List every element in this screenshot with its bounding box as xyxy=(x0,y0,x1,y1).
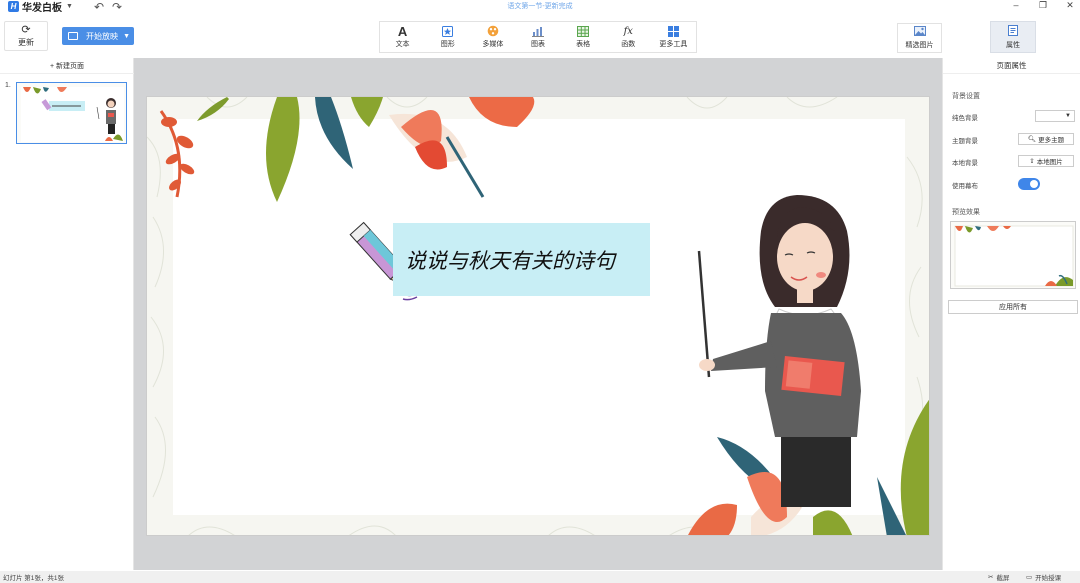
slide[interactable]: 说说与秋天有关的诗句 xyxy=(146,96,930,536)
screen-icon xyxy=(68,32,78,40)
chevron-down-icon[interactable]: ▼ xyxy=(123,33,130,40)
preview-label: 预览效果 xyxy=(952,209,980,216)
properties-button[interactable]: 属性 xyxy=(990,21,1036,53)
properties-icon xyxy=(1008,24,1018,38)
start-show-label: 开始放映 xyxy=(86,31,118,41)
upload-icon: ⇪ xyxy=(1029,158,1035,165)
refresh-label: 更新 xyxy=(18,37,34,47)
apply-all-button[interactable]: 应用所有 xyxy=(948,300,1078,314)
image-icon xyxy=(913,26,926,38)
panel-title: 页面属性 xyxy=(943,58,1080,74)
use-curtain-label: 使用幕布 xyxy=(952,182,978,190)
slide-title: 说说与秋天有关的诗句 xyxy=(405,248,615,273)
scissors-icon: ✂ xyxy=(988,574,994,581)
screenshot-label: 截屏 xyxy=(996,575,1010,582)
local-image-label: 本地图片 xyxy=(1036,159,1063,166)
table-icon xyxy=(577,25,590,37)
tool-text[interactable]: A 文本 xyxy=(380,22,425,52)
local-image-button[interactable]: ⇪ 本地图片 xyxy=(1018,155,1074,167)
refresh-icon: ⟳ xyxy=(21,23,31,36)
tool-label: 多媒体 xyxy=(482,41,504,48)
more-tools-icon xyxy=(667,25,679,37)
screenshot-button[interactable]: ✂ 截屏 xyxy=(988,572,1009,582)
media-icon xyxy=(487,25,499,37)
new-page-button[interactable]: + 新建页面 xyxy=(0,58,134,74)
tool-shape[interactable]: 图形 xyxy=(425,22,470,52)
slide-thumbnail-image xyxy=(21,87,124,142)
tool-label: 表格 xyxy=(576,41,591,48)
minimize-icon[interactable]: – xyxy=(1006,0,1026,10)
bg-settings-heading: 背景设置 xyxy=(952,93,980,100)
featured-images-label: 精选图片 xyxy=(905,42,934,49)
preview-image xyxy=(954,225,1074,287)
tool-function[interactable]: fx 函数 xyxy=(606,22,651,52)
insert-tools: A 文本 图形 多媒体 图表 表格 fx 函数 更多工具 xyxy=(379,21,697,53)
tool-label: 更多工具 xyxy=(659,41,688,48)
close-icon[interactable]: ✕ xyxy=(1060,0,1080,11)
background-preview xyxy=(950,221,1076,289)
slide-number: 1. xyxy=(5,82,11,89)
start-teaching-button[interactable]: ▭ 开始授课 xyxy=(1026,572,1061,582)
solid-color-select[interactable]: ▼ xyxy=(1035,110,1075,122)
chevron-down-icon: ▼ xyxy=(1065,113,1071,119)
properties-label: 属性 xyxy=(1006,41,1020,49)
status-bar: 幻灯片 第1张，共1张 ✂ 截屏 ▭ 开始授课 xyxy=(0,571,1080,583)
slide-title-box[interactable]: 说说与秋天有关的诗句 xyxy=(393,223,650,296)
text-icon: A xyxy=(397,23,408,39)
toolbar: ⟳ 更新 开始放映 ▼ A 文本 图形 多媒体 图表 表格 fx 函数 更多工具… xyxy=(0,12,1080,58)
function-icon: fx xyxy=(623,25,633,37)
start-show-button[interactable]: 开始放映 ▼ xyxy=(62,27,134,45)
tool-label: 图形 xyxy=(440,41,455,48)
tool-chart[interactable]: 图表 xyxy=(515,22,560,52)
chart-icon xyxy=(531,25,544,37)
refresh-button[interactable]: ⟳ 更新 xyxy=(4,21,48,51)
tool-media[interactable]: 多媒体 xyxy=(470,22,515,52)
slide-count: 幻灯片 第1张，共1张 xyxy=(3,575,65,582)
screen-icon: ▭ xyxy=(1026,574,1033,581)
slide-list-panel: + 新建页面 1. xyxy=(0,58,134,570)
chevron-down-icon: ▼ xyxy=(66,2,73,10)
use-curtain-toggle[interactable] xyxy=(1018,178,1040,190)
tool-table[interactable]: 表格 xyxy=(561,22,606,52)
start-teaching-label: 开始授课 xyxy=(1035,575,1062,582)
tool-more[interactable]: 更多工具 xyxy=(651,22,696,52)
app-logo-icon: H xyxy=(8,0,19,12)
document-title: 语文第一节-更新完成 xyxy=(507,3,573,10)
shape-icon xyxy=(442,25,454,37)
tool-label: 函数 xyxy=(621,41,636,48)
tool-label: 图表 xyxy=(530,41,545,48)
more-themes-button[interactable]: 🔍︎ 更多主题 xyxy=(1018,133,1074,145)
teacher-illustration xyxy=(697,195,861,507)
search-icon: 🔍︎ xyxy=(1027,136,1037,143)
restore-icon[interactable]: ❐ xyxy=(1033,0,1053,11)
title-bar: H 华发白板 ▼ ↶ ↷ 语文第一节-更新完成 – ❐ ✕ xyxy=(0,0,1080,14)
canvas-area[interactable]: 说说与秋天有关的诗句 xyxy=(134,58,942,570)
slide-thumbnail[interactable] xyxy=(16,82,127,144)
more-themes-label: 更多主题 xyxy=(1038,137,1065,144)
featured-images-button[interactable]: 精选图片 xyxy=(897,23,942,53)
tool-label: 文本 xyxy=(395,41,410,48)
